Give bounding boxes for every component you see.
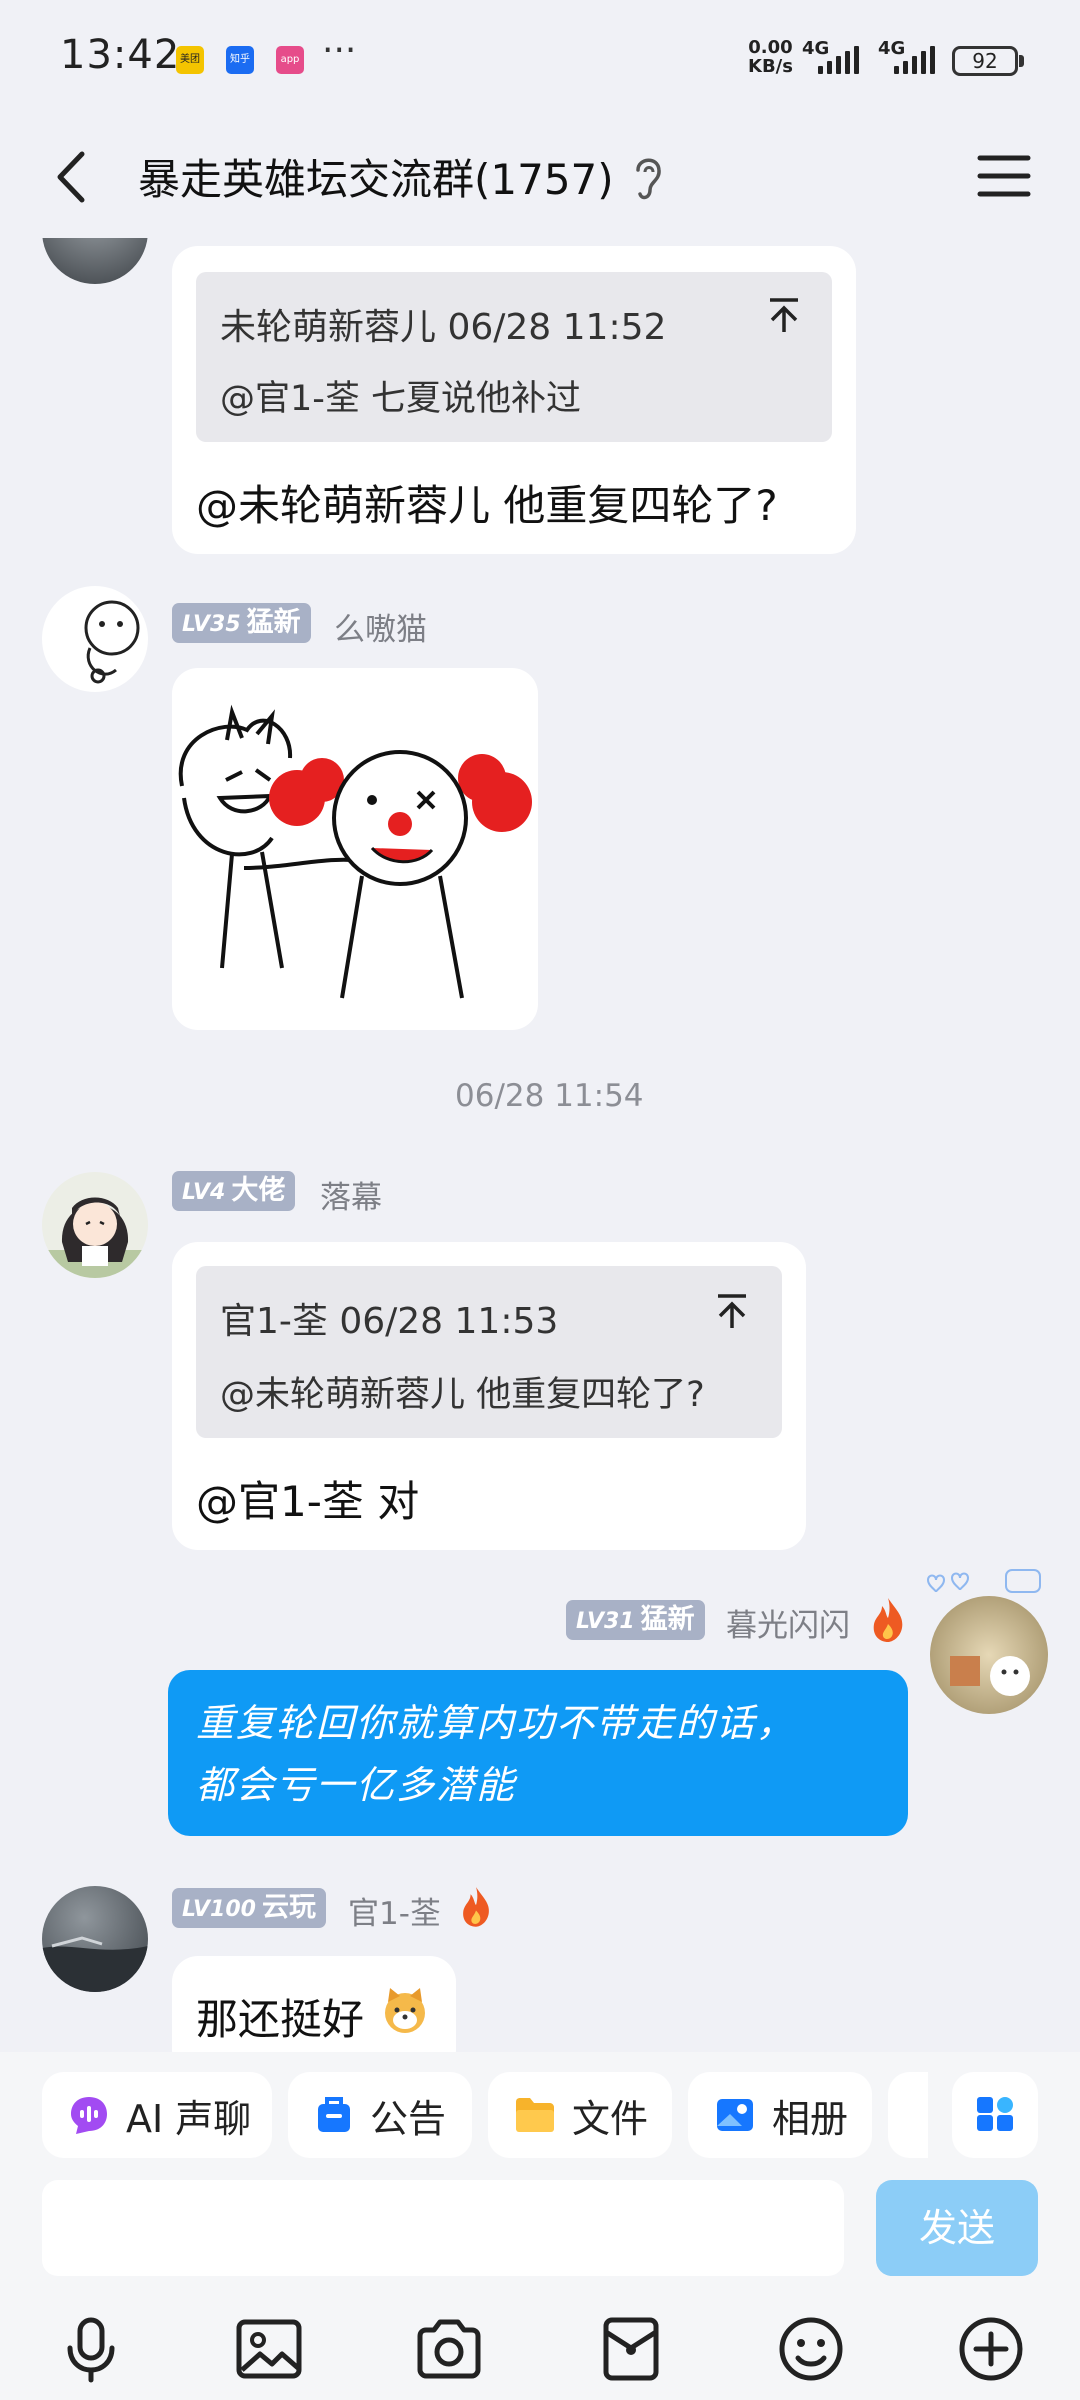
microphone-icon[interactable] (56, 2314, 126, 2384)
message-text: @未轮萌新蓉儿 他重复四轮了? (196, 481, 778, 530)
message-text: 那还挺好 (196, 1995, 365, 2044)
time-separator: 06/28 11:54 (455, 1078, 644, 1114)
sender-name[interactable]: 么嗷猫 (334, 604, 427, 649)
message-text-line2: 都会亏一亿多潜能 (196, 1763, 517, 1807)
message-input[interactable] (42, 2180, 844, 2276)
more-notifications-icon: ··· (322, 30, 357, 71)
meituan-icon: 美团 (176, 46, 204, 74)
ai-voice-label: AI 声聊 (126, 2096, 252, 2141)
scroll-up-icon[interactable] (764, 296, 804, 336)
level-title: 大佬 (231, 1175, 286, 1206)
album-label: 相册 (772, 2096, 849, 2141)
ai-voice-icon (71, 2097, 107, 2134)
bottom-panel: AI 声聊 公告 文件 相册 发送 (0, 2052, 1080, 2400)
avatar-cat-drawing (84, 600, 140, 684)
ear-icon[interactable] (628, 150, 668, 206)
avatar[interactable] (42, 586, 148, 692)
emoji-icon[interactable] (776, 2314, 846, 2384)
quote-block[interactable]: 官1-荃 06/28 11:53 @未轮萌新蓉儿 他重复四轮了? (196, 1266, 782, 1438)
apps-button[interactable] (952, 2072, 1038, 2158)
quote-author: 官1-荃 06/28 11:53 (220, 1301, 559, 1342)
level-badge: LV31 猛新 (566, 1600, 705, 1640)
message-bubble-self[interactable]: 重复轮回你就算内功不带走的话， 都会亏一亿多潜能 (168, 1670, 908, 1836)
dog-emoji-icon (385, 1988, 425, 2033)
notice-icon (318, 2097, 350, 2132)
battery-tip (1019, 55, 1024, 67)
album-icon (717, 2099, 753, 2131)
level-number: LV31 (576, 1609, 635, 1634)
zhihu-icon: 知乎 (226, 46, 254, 74)
level-title: 猛新 (640, 1604, 695, 1635)
level-badge: LV100 云玩 (172, 1888, 326, 1928)
sticker-message[interactable] (172, 668, 538, 1030)
quote-text: @官1-荃 七夏说他补过 (220, 379, 582, 419)
avatar-decoration (950, 1656, 1030, 1696)
notice-label: 公告 (370, 2096, 447, 2141)
battery-icon: 92 (952, 46, 1018, 76)
fire-icon (873, 1598, 903, 1642)
app-icon: app (276, 46, 304, 74)
speed-value: 0.00 (748, 37, 793, 58)
files-button[interactable]: 文件 (488, 2072, 672, 2158)
signal-icon (818, 44, 859, 74)
heart-frame-decoration (926, 1569, 1041, 1593)
avatar[interactable] (42, 1886, 148, 1992)
album-button[interactable]: 相册 (688, 2072, 872, 2158)
message-text: @官1-荃 对 (196, 1477, 420, 1526)
message-bubble[interactable]: 官1-荃 06/28 11:53 @未轮萌新蓉儿 他重复四轮了? @官1-荃 对 (172, 1242, 806, 1550)
image-icon[interactable] (234, 2314, 304, 2384)
signal-icon-2 (894, 44, 935, 74)
clown-sticker-image (178, 704, 532, 999)
network-speed: 0.00 KB/s (748, 38, 793, 76)
more-tools-partial[interactable] (888, 2072, 928, 2158)
apps-grid-icon (977, 2097, 1013, 2131)
send-button[interactable]: 发送 (876, 2180, 1038, 2276)
level-title: 云玩 (261, 1892, 316, 1923)
status-time: 13:42 (60, 32, 181, 78)
level-badge: LV4 大佬 (172, 1171, 296, 1211)
scroll-up-icon[interactable] (712, 1292, 752, 1332)
folder-icon (516, 2098, 554, 2132)
message-bubble[interactable]: 未轮萌新蓉儿 06/28 11:52 @官1-荃 七夏说他补过 @未轮萌新蓉儿 … (172, 246, 856, 554)
level-number: LV100 (182, 1897, 256, 1922)
quote-author: 未轮萌新蓉儿 06/28 11:52 (220, 307, 667, 348)
avatar-landscape (42, 1936, 148, 1992)
ai-voice-chat-button[interactable]: AI 声聊 (42, 2072, 272, 2158)
message-text-line1: 重复轮回你就算内功不带走的话， (196, 1701, 797, 1745)
chat-header: 暴走英雄坛交流群(1757) (0, 120, 1080, 238)
sender-name[interactable]: 落幕 (320, 1172, 382, 1217)
plus-icon[interactable] (956, 2314, 1026, 2384)
level-number: LV4 (182, 1180, 226, 1205)
avatar[interactable] (930, 1596, 1048, 1714)
menu-icon[interactable] (972, 144, 1036, 208)
red-packet-icon[interactable] (596, 2314, 666, 2384)
speed-unit: KB/s (748, 56, 793, 77)
sender-name[interactable]: 暮光闪闪 (726, 1600, 850, 1645)
notice-button[interactable]: 公告 (288, 2072, 472, 2158)
quote-block[interactable]: 未轮萌新蓉儿 06/28 11:52 @官1-荃 七夏说他补过 (196, 272, 832, 442)
group-title[interactable]: 暴走英雄坛交流群(1757) (138, 146, 614, 207)
camera-icon[interactable] (414, 2314, 484, 2384)
level-title: 猛新 (246, 607, 301, 638)
avatar[interactable] (42, 1172, 148, 1278)
level-number: LV35 (182, 612, 241, 637)
back-icon[interactable] (40, 142, 110, 212)
sender-name[interactable]: 官1-荃 (348, 1888, 441, 1933)
fire-icon (463, 1887, 489, 1927)
level-badge: LV35 猛新 (172, 603, 311, 643)
status-bar: 13:42 美团 知乎 app ··· 0.00 KB/s 4G 4G 92 (0, 0, 1080, 120)
avatar-anime-girl (42, 1197, 148, 1278)
quote-text: @未轮萌新蓉儿 他重复四轮了? (220, 1375, 705, 1415)
files-label: 文件 (572, 2096, 649, 2141)
